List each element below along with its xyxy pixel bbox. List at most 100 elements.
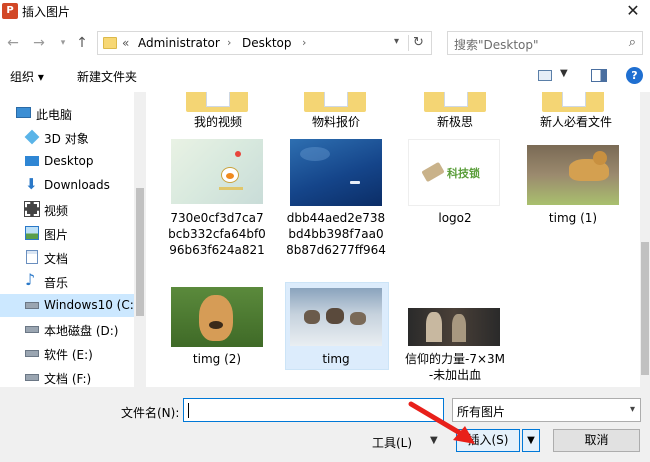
sidebar-item-3d-objects[interactable]: 3D 对象: [0, 126, 134, 149]
file-item-label[interactable]: dbb44aed2e738bd4bb398f7aa08b87d6277ff964: [286, 210, 386, 258]
up-arrow-icon[interactable]: ↑: [73, 33, 91, 53]
sidebar-label: 文档: [44, 252, 69, 266]
cancel-button[interactable]: 取消: [553, 429, 640, 452]
drive-icon: [25, 350, 39, 357]
file-item-label[interactable]: timg (1): [521, 210, 625, 226]
search-input[interactable]: 搜索"Desktop": [454, 36, 539, 53]
sidebar-item-this-pc[interactable]: 此电脑: [0, 102, 134, 125]
navigation-pane: 此电脑 3D 对象 Desktop ⬇ Downloads 视频 图片 文档 ♪…: [0, 92, 146, 387]
image-thumbnail[interactable]: [527, 145, 619, 205]
address-dropdown-icon[interactable]: ▾: [394, 36, 399, 47]
breadcrumb-administrator[interactable]: Administrator: [138, 36, 220, 50]
filename-label: 文件名(N):: [121, 406, 180, 420]
sidebar-label: 文档 (F:): [44, 372, 92, 386]
chevron-down-icon: ▾: [629, 404, 635, 415]
address-overflow[interactable]: «: [122, 36, 129, 50]
navigation-bar: ← → ▾ ↑ « Administrator › Desktop › ▾ ↻ …: [0, 28, 650, 58]
sidebar-item-documents[interactable]: 文档: [0, 246, 134, 269]
drive-icon: [25, 374, 39, 381]
sidebar-label: 图片: [44, 228, 69, 242]
sidebar-label: 视频: [44, 204, 69, 218]
command-bar: 组织 ▾ 新建文件夹 ▼ ?: [0, 62, 650, 90]
file-item-label[interactable]: logo2: [405, 210, 505, 226]
dialog-footer: 文件名(N): 所有图片 ▾ 工具(L) ▼ 插入(S) ▼ 取消: [0, 387, 650, 462]
close-icon[interactable]: ✕: [622, 0, 644, 22]
video-icon: [24, 201, 40, 217]
powerpoint-icon: P: [2, 3, 18, 19]
image-thumbnail[interactable]: [290, 139, 382, 206]
chevron-right-icon[interactable]: ›: [227, 36, 231, 49]
logo-thumb-text: 科技锁: [447, 167, 480, 180]
folder-icon[interactable]: [304, 92, 366, 112]
file-item-label[interactable]: 信仰的力量-7×3M-未加出血: [405, 351, 505, 383]
sidebar-label: Desktop: [44, 154, 94, 168]
refresh-icon[interactable]: ↻: [408, 35, 428, 51]
image-thumbnail[interactable]: [171, 139, 263, 204]
dialog-title: 插入图片: [22, 5, 71, 19]
chevron-right-icon[interactable]: ›: [302, 36, 306, 49]
new-folder-button[interactable]: 新建文件夹: [77, 68, 137, 85]
sidebar-label: Downloads: [44, 178, 110, 192]
sidebar-label: 软件 (E:): [44, 348, 93, 362]
address-bar[interactable]: « Administrator › Desktop › ▾ ↻: [97, 31, 432, 55]
image-thumbnail[interactable]: [171, 287, 263, 347]
image-thumbnail[interactable]: [408, 308, 500, 346]
sidebar-item-drive-f[interactable]: 文档 (F:): [0, 366, 134, 387]
sidebar-item-downloads[interactable]: ⬇ Downloads: [0, 174, 134, 197]
folder-item-label[interactable]: 物料报价: [286, 114, 386, 130]
sidebar-label: 此电脑: [36, 108, 73, 122]
sidebar-scrollbar[interactable]: [134, 92, 146, 387]
sidebar-item-drive-e[interactable]: 软件 (E:): [0, 342, 134, 365]
content-scroll-thumb[interactable]: [641, 242, 649, 375]
help-icon[interactable]: ?: [626, 67, 643, 84]
file-item-label[interactable]: 730e0cf3d7ca7bcb332cfa64bf096b63f624a821: [168, 210, 266, 258]
title-bar: P 插入图片 ✕: [0, 0, 650, 28]
image-thumbnail[interactable]: 科技锁: [408, 139, 500, 206]
sidebar-scroll-thumb[interactable]: [136, 188, 144, 316]
sidebar-item-pictures[interactable]: 图片: [0, 222, 134, 245]
folder-icon: [103, 37, 117, 49]
sidebar-label: 音乐: [44, 276, 69, 290]
file-item-label[interactable]: timg: [286, 351, 386, 367]
sidebar-label: 本地磁盘 (D:): [44, 324, 119, 338]
folder-icon[interactable]: [424, 92, 486, 112]
search-box[interactable]: 搜索"Desktop" ⌕: [447, 31, 643, 55]
download-icon: ⬇: [25, 175, 38, 193]
back-arrow-icon[interactable]: ←: [4, 33, 22, 53]
red-arrow-annotation: [408, 401, 475, 444]
desktop-icon: [25, 156, 39, 166]
image-thumbnail[interactable]: [290, 288, 382, 346]
document-icon: [26, 250, 38, 264]
sidebar-label: Windows10 (C:: [44, 298, 134, 312]
sidebar-item-drive-c[interactable]: Windows10 (C:: [0, 294, 134, 317]
text-caret: [188, 403, 189, 418]
folder-item-label[interactable]: 新极思: [405, 114, 505, 130]
computer-icon: [16, 107, 31, 118]
sidebar-item-videos[interactable]: 视频: [0, 198, 134, 221]
music-icon: ♪: [25, 270, 36, 289]
folder-icon[interactable]: [542, 92, 604, 112]
forward-arrow-icon[interactable]: →: [30, 33, 48, 53]
view-dropdown-icon[interactable]: ▼: [560, 68, 568, 79]
organize-button[interactable]: 组织 ▾: [10, 68, 44, 85]
breadcrumb-desktop[interactable]: Desktop: [242, 36, 292, 50]
folder-item-label[interactable]: 新人必看文件: [521, 114, 631, 130]
file-item-label[interactable]: timg (2): [168, 351, 266, 367]
drive-icon: [25, 326, 39, 333]
picture-icon: [25, 226, 39, 240]
cube-icon: [24, 129, 40, 145]
sidebar-item-desktop[interactable]: Desktop: [0, 150, 134, 173]
search-icon[interactable]: ⌕: [629, 35, 636, 50]
preview-pane-icon[interactable]: [591, 69, 607, 82]
content-scrollbar[interactable]: [640, 92, 650, 387]
sidebar-item-music[interactable]: ♪ 音乐: [0, 270, 134, 293]
file-list: 我的视频 物料报价 新极思 新人必看文件 730e0cf3d7ca7bcb332…: [146, 92, 640, 387]
folder-icon[interactable]: [186, 92, 248, 112]
folder-item-label[interactable]: 我的视频: [168, 114, 268, 130]
sidebar-label: 3D 对象: [44, 132, 89, 146]
recent-dropdown-icon[interactable]: ▾: [54, 33, 72, 53]
drive-c-icon: [25, 302, 39, 309]
sidebar-item-drive-d[interactable]: 本地磁盘 (D:): [0, 318, 134, 341]
view-options-icon[interactable]: [538, 70, 552, 81]
insert-dropdown-icon[interactable]: ▼: [522, 429, 540, 452]
